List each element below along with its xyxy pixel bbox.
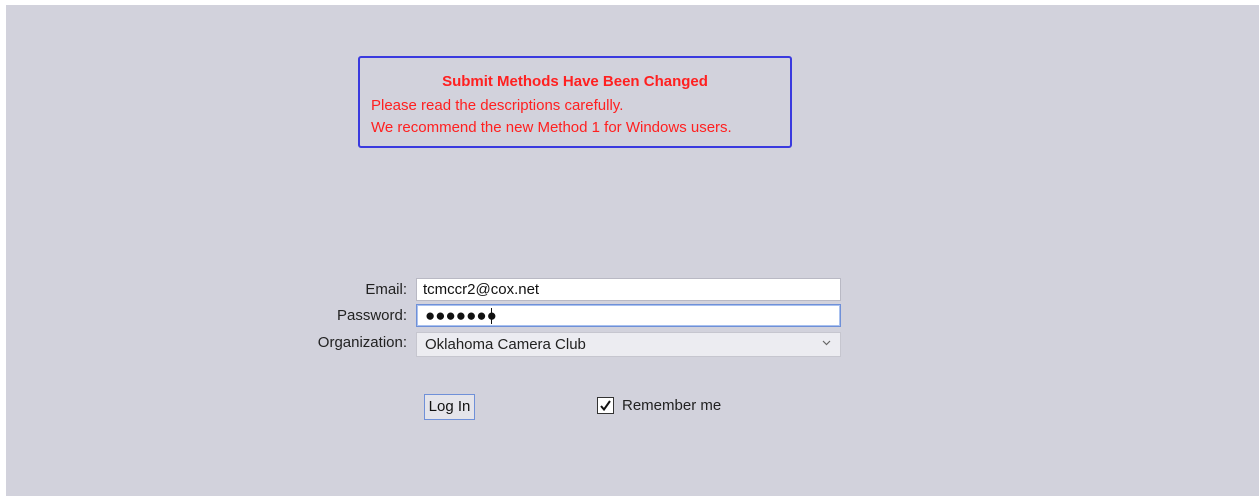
notice-line-2: We recommend the new Method 1 for Window… [371, 119, 732, 136]
chevron-down-icon[interactable] [822, 337, 831, 349]
checkmark-icon [600, 400, 611, 412]
email-field[interactable] [416, 278, 841, 301]
notice-title: Submit Methods Have Been Changed [442, 73, 708, 90]
page-background: Submit Methods Have Been Changed Please … [6, 5, 1259, 496]
remember-me-checkbox[interactable] [597, 397, 614, 414]
password-mask: ●●●●●●● [425, 306, 497, 325]
email-label: Email: [365, 281, 407, 298]
text-caret [491, 308, 492, 324]
remember-me-label[interactable]: Remember me [622, 397, 721, 414]
password-label: Password: [336, 307, 407, 324]
organization-selected-value: Oklahoma Camera Club [425, 336, 586, 353]
password-field[interactable]: ●●●●●●● [416, 304, 841, 327]
login-button[interactable]: Log In [424, 394, 475, 420]
organization-select[interactable]: Oklahoma Camera Club [416, 332, 841, 357]
organization-label: Organization: [317, 334, 407, 351]
notice-box: Submit Methods Have Been Changed Please … [358, 56, 792, 148]
notice-line-1: Please read the descriptions carefully. [371, 97, 624, 114]
